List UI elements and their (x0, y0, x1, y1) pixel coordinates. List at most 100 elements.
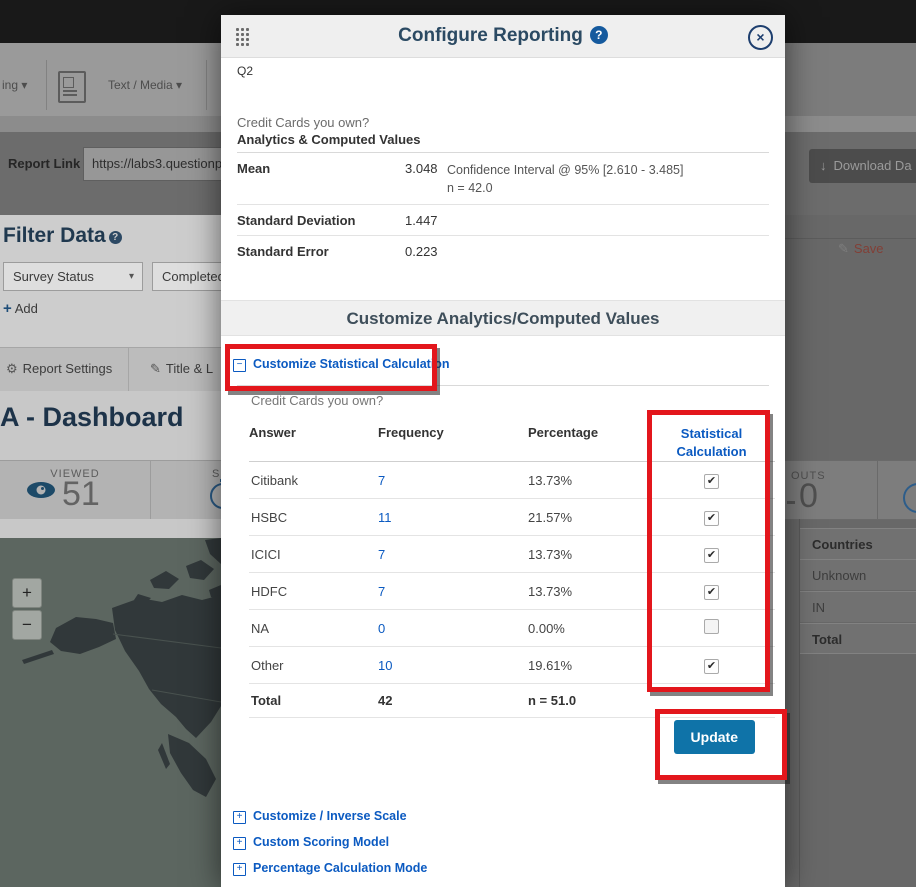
analytics-metric-value: 3.048 (405, 161, 447, 197)
close-icon[interactable]: × (748, 25, 773, 50)
table-row: NA00.00% (249, 610, 775, 647)
stopwatch-icon (210, 483, 221, 509)
plus-icon: + (3, 300, 12, 317)
countries-header: Countries (800, 528, 916, 559)
customize-inverse-scale-link[interactable]: +Customize / Inverse Scale (233, 809, 407, 824)
survey-status-dropdown[interactable]: ▾Survey Status (3, 262, 143, 291)
frequency-link[interactable]: 7 (378, 547, 528, 562)
dashboard-title: A - Dashboard (0, 402, 184, 433)
world-map[interactable]: + − (0, 538, 221, 887)
analytics-row: Mean3.048Confidence Interval @ 95% [2.61… (237, 153, 769, 205)
drag-handle-icon[interactable] (235, 27, 249, 46)
chevron-down-icon: ▾ (129, 263, 134, 290)
pencil-icon: ✎ (838, 241, 849, 256)
percentage-calculation-mode-link[interactable]: +Percentage Calculation Mode (233, 861, 427, 876)
analytics-note-line: Confidence Interval @ 95% [2.610 - 3.485… (447, 161, 769, 179)
modal-header: Configure Reporting? × (221, 15, 785, 58)
customize-statistical-calculation-link[interactable]: −Customize Statistical Calculation (233, 357, 450, 372)
stat-calc-checkbox[interactable]: ✔ (704, 659, 719, 674)
toolbar-divider (46, 60, 47, 110)
divider (785, 238, 916, 239)
countries-row: Unknown (800, 559, 916, 590)
update-button[interactable]: Update (674, 720, 755, 754)
chevron-down-icon: ▾ (21, 78, 27, 92)
dropouts-value: 0 (799, 477, 818, 516)
frequency-link[interactable]: 0 (378, 621, 528, 636)
question-code: Q2 (237, 64, 253, 78)
modal-title: Configure Reporting? (221, 15, 785, 57)
stat-cell: ✔ (648, 657, 775, 674)
analytics-metric-label: Mean (237, 161, 405, 197)
dropouts-icon-fragment (787, 501, 795, 504)
download-icon: ↓ (819, 149, 828, 183)
stat-cell: ✔ (648, 509, 775, 526)
analytics-row: Standard Error0.223 (237, 236, 769, 266)
analytics-metric-notes (447, 244, 769, 259)
table-row: Other1019.61%✔ (249, 647, 775, 684)
map-zoom-in-button[interactable]: + (12, 578, 42, 608)
col-percentage: Percentage (528, 425, 648, 440)
frequency-link[interactable]: 7 (378, 473, 528, 488)
countries-total-row: Total (800, 623, 916, 654)
gear-icon: ⚙ (6, 361, 18, 376)
col-frequency: Frequency (378, 425, 528, 440)
stat-cell: ✔ (648, 583, 775, 600)
analytics-row: Standard Deviation1.447 (237, 205, 769, 236)
question-text: Credit Cards you own? (251, 393, 383, 408)
answer-table: Answer Frequency Percentage StatisticalC… (249, 415, 775, 718)
text-media-icon (58, 71, 86, 103)
report-link-input[interactable]: https://labs3.questionpro (83, 147, 233, 181)
answer-cell: Citibank (249, 473, 378, 488)
download-data-button[interactable]: ↓Download Da (809, 149, 916, 183)
toolbar-item-text-media[interactable]: Text / Media ▾ (108, 78, 182, 92)
table-row: HSBC1121.57%✔ (249, 499, 775, 536)
answer-cell: NA (249, 621, 378, 636)
stat-calc-checkbox[interactable] (704, 619, 719, 634)
stat-cell (648, 619, 775, 637)
tab-divider (128, 347, 129, 391)
expand-icon: + (233, 863, 246, 876)
divider (150, 461, 151, 519)
divider (877, 461, 878, 519)
stat-cell: ✔ (648, 546, 775, 563)
frequency-link[interactable]: 7 (378, 584, 528, 599)
map-zoom-out-button[interactable]: − (12, 610, 42, 640)
help-icon[interactable]: ? (109, 231, 122, 244)
pencil-icon: ✎ (150, 361, 161, 376)
frequency-link[interactable]: 11 (378, 510, 528, 525)
answer-cell: Other (249, 658, 378, 673)
tab-report-settings[interactable]: ⚙Report Settings (6, 361, 112, 377)
save-layout-link[interactable]: ✎Save (838, 241, 884, 257)
analytics-metric-value: 0.223 (405, 244, 447, 259)
stat-calc-checkbox[interactable]: ✔ (704, 585, 719, 600)
analytics-metric-label: Standard Error (237, 244, 405, 259)
stat-calc-checkbox[interactable]: ✔ (704, 511, 719, 526)
toolbar-item-partial[interactable]: ing ▾ (2, 78, 27, 92)
collapse-icon: − (233, 359, 246, 372)
page: { "icons": { "caret": "▾", "pencil": "✎"… (0, 0, 916, 887)
percentage-cell: 13.73% (528, 473, 648, 488)
stat-calc-checkbox[interactable]: ✔ (704, 474, 719, 489)
help-icon[interactable]: ? (590, 26, 608, 44)
frequency-link[interactable]: 10 (378, 658, 528, 673)
expand-icon: + (233, 811, 246, 824)
question-text: Credit Cards you own? (237, 115, 369, 130)
analytics-metric-notes: Confidence Interval @ 95% [2.610 - 3.485… (447, 161, 769, 197)
total-percentage: n = 51.0 (528, 693, 648, 708)
completed-dropdown[interactable]: Completed (152, 262, 231, 291)
table-row: HDFC713.73%✔ (249, 573, 775, 610)
custom-scoring-model-link[interactable]: +Custom Scoring Model (233, 835, 389, 850)
filter-data-title: Filter Data? (3, 224, 122, 248)
stats-band-right: OUTS 0 (785, 460, 916, 520)
answer-table-header: Answer Frequency Percentage StatisticalC… (249, 415, 775, 462)
answer-total-row: Total42n = 51.0 (249, 684, 775, 718)
analytics-heading: Analytics & Computed Values (237, 132, 421, 147)
divider (237, 385, 769, 386)
answer-cell: HSBC (249, 510, 378, 525)
table-row: Citibank713.73% ✔ (249, 462, 775, 499)
col-answer: Answer (249, 425, 378, 440)
add-filter-link[interactable]: +Add (3, 300, 38, 317)
countries-row: IN (800, 591, 916, 622)
stat-calc-checkbox[interactable]: ✔ (704, 548, 719, 563)
tab-title-logo[interactable]: ✎Title & L (150, 361, 213, 377)
